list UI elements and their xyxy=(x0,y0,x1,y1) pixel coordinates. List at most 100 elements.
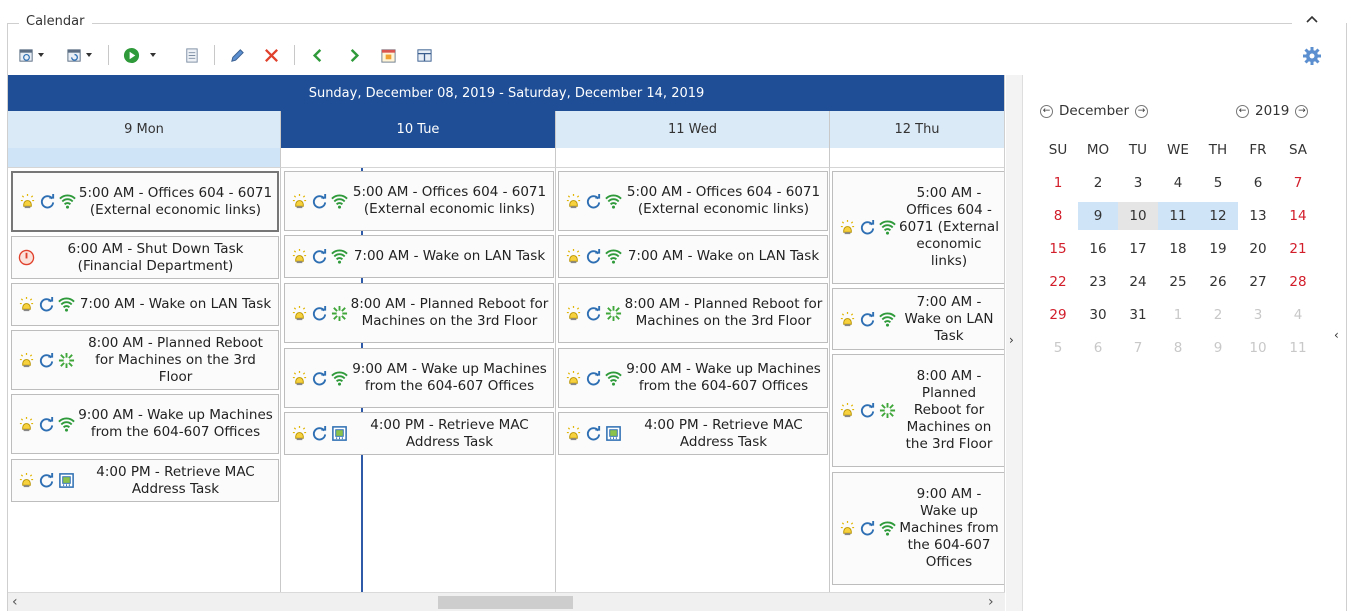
appointment-text: 7:00 AM - Wake on LAN Task xyxy=(627,248,820,264)
appointment[interactable]: 6:00 AM - Shut Down Task (Financial Depa… xyxy=(11,236,279,279)
day-cell[interactable]: 8 xyxy=(1038,202,1078,230)
all-day-slot[interactable] xyxy=(8,148,281,168)
day-cell[interactable]: 6 xyxy=(1078,334,1118,362)
appointment[interactable]: 7:00 AM - Wake on LAN Task xyxy=(284,235,554,278)
day-cell[interactable]: 2 xyxy=(1198,301,1238,329)
day-cell[interactable]: 23 xyxy=(1078,268,1118,296)
appointment[interactable]: 8:00 AM - Planned Reboot for Machines on… xyxy=(558,283,828,343)
all-day-slot[interactable] xyxy=(830,148,1004,168)
appointment-icons xyxy=(565,193,622,210)
appointment[interactable]: 5:00 AM - Offices 604 - 6071 (External e… xyxy=(11,171,279,232)
delete-button[interactable] xyxy=(259,43,283,67)
today-button[interactable] xyxy=(376,43,400,67)
panel-splitter[interactable]: › xyxy=(1006,75,1023,611)
appointment[interactable]: 7:00 AM - Wake on LAN Task xyxy=(558,235,828,278)
collapse-panel-button[interactable] xyxy=(1303,11,1321,29)
day-cell[interactable]: 11 xyxy=(1278,334,1318,362)
appointment[interactable]: 7:00 AM - Wake on LAN Task xyxy=(11,283,279,326)
appointment[interactable]: 9:00 AM - Wake up Machines from the 604-… xyxy=(558,348,828,408)
day-cell[interactable]: 6 xyxy=(1238,169,1278,197)
group-border xyxy=(7,23,19,24)
day-cell[interactable]: 14 xyxy=(1278,202,1318,230)
day-cell[interactable]: 5 xyxy=(1038,334,1078,362)
day-cell[interactable]: 3 xyxy=(1238,301,1278,329)
appointment[interactable]: 7:00 AM - Wake on LAN Task xyxy=(832,288,1004,350)
all-day-slot[interactable] xyxy=(281,148,556,168)
day-cell[interactable]: 26 xyxy=(1198,268,1238,296)
day-cell[interactable]: 9 xyxy=(1198,334,1238,362)
day-cell[interactable]: 15 xyxy=(1038,235,1078,263)
chevron-right-icon[interactable]: › xyxy=(1009,333,1014,347)
previous-period-button[interactable] xyxy=(305,43,329,67)
day-cell[interactable]: 10 xyxy=(1118,201,1158,230)
appointment[interactable]: 4:00 PM - Retrieve MAC Address Task xyxy=(558,412,828,455)
day-cell[interactable]: 1 xyxy=(1158,301,1198,329)
day-cell[interactable]: 8 xyxy=(1158,334,1198,362)
day-cell[interactable]: 1 xyxy=(1038,169,1078,197)
settings-button[interactable] xyxy=(1302,46,1322,70)
appointment[interactable]: 5:00 AM - Offices 604 - 6071 (External e… xyxy=(284,171,554,231)
chevron-left-icon[interactable]: ‹ xyxy=(1334,328,1339,342)
scrollbar-thumb[interactable] xyxy=(438,596,573,609)
appointment[interactable]: 8:00 AM - Planned Reboot for Machines on… xyxy=(11,330,279,390)
day-cell[interactable]: 7 xyxy=(1118,334,1158,362)
properties-button[interactable] xyxy=(180,43,202,67)
edit-button[interactable] xyxy=(225,43,249,67)
appointment[interactable]: 8:00 AM - Planned Reboot for Machines on… xyxy=(284,283,554,343)
day-cell[interactable]: 16 xyxy=(1078,235,1118,263)
day-cell[interactable]: 19 xyxy=(1198,235,1238,263)
day-cell[interactable]: 9 xyxy=(1078,201,1118,230)
weekday-label: TU xyxy=(1128,141,1148,158)
next-year-button[interactable]: → xyxy=(1295,104,1309,118)
scroll-right-arrow-icon[interactable]: › xyxy=(988,594,994,610)
day-header-mon[interactable]: 9 Mon xyxy=(8,111,281,148)
day-cell[interactable]: 30 xyxy=(1078,301,1118,329)
appointment-text: 8:00 AM - Planned Reboot for Machines on… xyxy=(350,296,549,329)
day-cell[interactable]: 13 xyxy=(1238,202,1278,230)
day-cell[interactable]: 28 xyxy=(1278,268,1318,296)
new-task-dropdown-button[interactable] xyxy=(14,43,48,67)
appointment[interactable]: 8:00 AM - Planned Reboot for Machines on… xyxy=(832,354,1004,467)
day-cell[interactable]: 3 xyxy=(1118,169,1158,197)
next-month-button[interactable]: → xyxy=(1135,104,1149,118)
schedule-dropdown-button[interactable] xyxy=(62,43,96,67)
prev-month-button[interactable]: ← xyxy=(1040,104,1053,118)
run-dropdown-button[interactable] xyxy=(119,43,159,67)
view-layout-button[interactable] xyxy=(412,43,436,67)
appointment[interactable]: 5:00 AM - Offices 604 - 6071 (External e… xyxy=(558,171,828,231)
appointment[interactable]: 4:00 PM - Retrieve MAC Address Task xyxy=(284,412,554,455)
day-cell[interactable]: 17 xyxy=(1118,235,1158,263)
gear-icon xyxy=(1303,47,1321,65)
day-cell[interactable]: 20 xyxy=(1238,235,1278,263)
scroll-left-arrow-icon[interactable]: ‹ xyxy=(12,594,18,610)
next-period-button[interactable] xyxy=(342,43,366,67)
day-cell[interactable]: 18 xyxy=(1158,235,1198,263)
day-cell[interactable]: 25 xyxy=(1158,268,1198,296)
day-cell[interactable]: 24 xyxy=(1118,268,1158,296)
day-header-tue[interactable]: 10 Tue xyxy=(281,111,556,148)
day-cell[interactable]: 11 xyxy=(1158,201,1198,230)
day-cell[interactable]: 31 xyxy=(1118,301,1158,329)
all-day-slot[interactable] xyxy=(556,148,830,168)
day-cell[interactable]: 12 xyxy=(1198,201,1238,230)
appointment[interactable]: 4:00 PM - Retrieve MAC Address Task xyxy=(11,459,279,502)
appointment[interactable]: 9:00 AM - Wake up Machines from the 604-… xyxy=(284,348,554,408)
day-cell[interactable]: 10 xyxy=(1238,334,1278,362)
day-cell[interactable]: 21 xyxy=(1278,235,1318,263)
day-cell[interactable]: 7 xyxy=(1278,169,1318,197)
prev-year-button[interactable]: ← xyxy=(1236,104,1249,118)
day-cell[interactable]: 22 xyxy=(1038,268,1078,296)
day-header-wed[interactable]: 11 Wed xyxy=(556,111,830,148)
day-cell[interactable]: 4 xyxy=(1278,301,1318,329)
day-cell[interactable]: 29 xyxy=(1038,301,1078,329)
day-header-thu[interactable]: 12 Thu xyxy=(830,111,1004,148)
day-cell[interactable]: 27 xyxy=(1238,268,1278,296)
day-cell[interactable]: 5 xyxy=(1198,169,1238,197)
day-cell[interactable]: 2 xyxy=(1078,169,1118,197)
sync-icon xyxy=(311,193,328,210)
day-cell[interactable]: 4 xyxy=(1158,169,1198,197)
appointment[interactable]: 9:00 AM - Wake up Machines from the 604-… xyxy=(832,472,1004,585)
appointment[interactable]: 9:00 AM - Wake up Machines from the 604-… xyxy=(11,394,279,454)
appointment[interactable]: 5:00 AM - Offices 604 - 6071 (External e… xyxy=(832,171,1004,284)
horizontal-scrollbar[interactable]: ‹ › xyxy=(8,592,1005,611)
